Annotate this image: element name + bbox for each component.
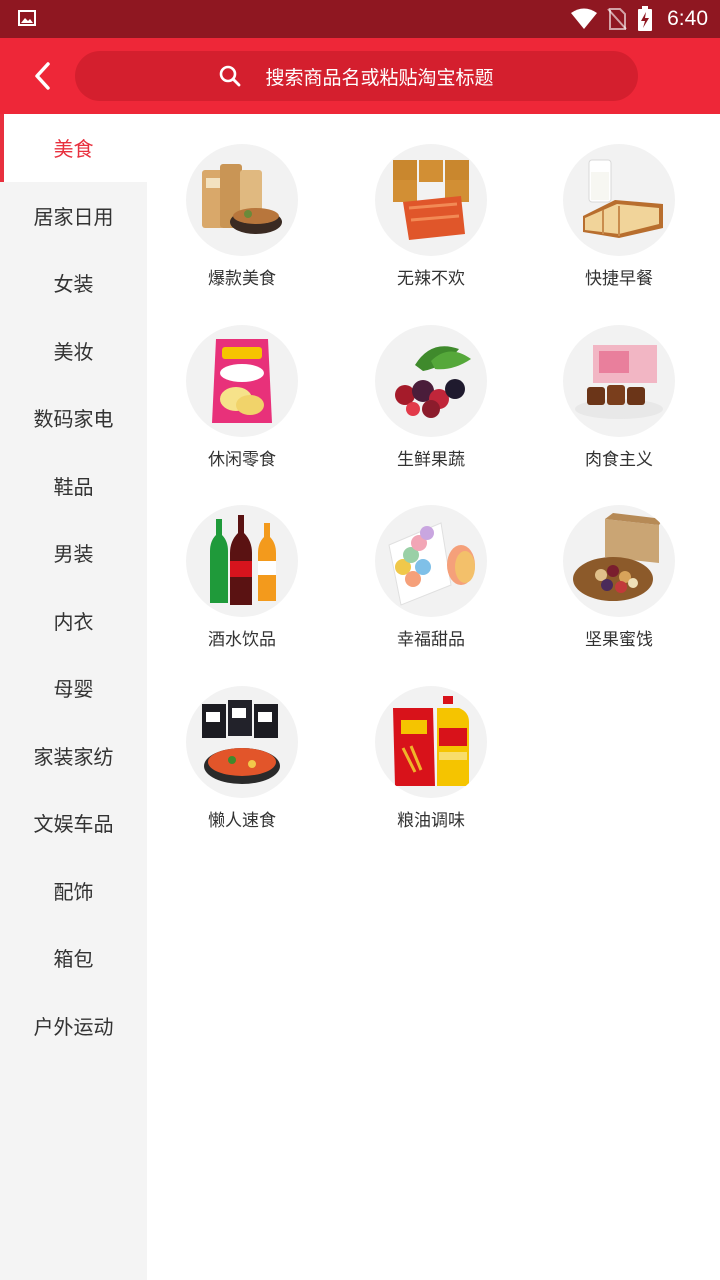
subcategory-fresh-produce[interactable]: 生鲜果蔬 xyxy=(336,295,526,475)
sidebar-item-shoes[interactable]: 鞋品 xyxy=(0,452,147,520)
battery-charging-icon xyxy=(638,6,653,31)
sidebar-item-digital[interactable]: 数码家电 xyxy=(0,384,147,452)
subcategory-label: 爆款美食 xyxy=(208,269,276,289)
sidebar-item-label: 女装 xyxy=(53,272,94,297)
search-icon xyxy=(220,65,241,87)
sidebar-item-baby[interactable]: 母婴 xyxy=(0,654,147,722)
subcategory-label: 无辣不欢 xyxy=(397,269,465,289)
sidebar-item-label: 内衣 xyxy=(53,609,94,634)
sidebar-item-label: 男装 xyxy=(53,542,94,567)
sidebar-item-household[interactable]: 居家日用 xyxy=(0,182,147,250)
sidebar-item-underwear[interactable]: 内衣 xyxy=(0,587,147,655)
sidebar-item-entertainment-car[interactable]: 文娱车品 xyxy=(0,789,147,857)
sidebar-item-label: 居家日用 xyxy=(33,204,114,229)
sidebar-item-label: 鞋品 xyxy=(53,474,94,499)
soda-bottles-icon xyxy=(186,505,298,617)
subcategory-desserts[interactable]: 幸福甜品 xyxy=(336,475,526,655)
sidebar-item-outdoor-sports[interactable]: 户外运动 xyxy=(0,992,147,1060)
subcategory-label: 幸福甜品 xyxy=(397,630,465,650)
subcategory-label: 懒人速食 xyxy=(208,811,276,831)
top-bar: 搜索商品名或粘贴淘宝标题 xyxy=(0,38,720,114)
sidebar-item-label: 配饰 xyxy=(53,879,94,904)
snack-bags-noodle-bowl-icon xyxy=(186,144,298,256)
sidebar-item-label: 户外运动 xyxy=(33,1014,114,1039)
macarons-box-icon xyxy=(375,505,487,617)
sidebar-item-womens-wear[interactable]: 女装 xyxy=(0,249,147,317)
nuts-gift-box-icon xyxy=(563,505,675,617)
sidebar-item-label: 箱包 xyxy=(53,947,94,972)
subcategory-label: 肉食主义 xyxy=(585,450,653,470)
search-placeholder: 搜索商品名或粘贴淘宝标题 xyxy=(265,66,494,89)
status-time: 6:40 xyxy=(667,7,708,30)
subcategory-label: 休闲零食 xyxy=(208,450,276,470)
sidebar-item-label: 母婴 xyxy=(53,677,94,702)
milk-bread-icon xyxy=(563,144,675,256)
no-sim-icon xyxy=(607,8,627,30)
rice-bag-oil-bottle-icon xyxy=(375,686,487,798)
sidebar-item-home-textile[interactable]: 家装家纺 xyxy=(0,722,147,790)
instant-noodle-packs-icon xyxy=(186,686,298,798)
berries-icon xyxy=(375,325,487,437)
back-arrow-icon xyxy=(35,62,50,90)
subcategory-snacks[interactable]: 休闲零食 xyxy=(147,295,337,475)
subcategory-label: 生鲜果蔬 xyxy=(397,450,465,470)
subcategory-grain-oil[interactable]: 粮油调味 xyxy=(336,656,526,836)
subcategory-breakfast[interactable]: 快捷早餐 xyxy=(524,114,714,294)
sidebar-item-label: 美食 xyxy=(53,137,94,162)
sidebar-item-food[interactable]: 美食 xyxy=(0,114,147,182)
subcategory-instant-food[interactable]: 懒人速食 xyxy=(147,656,337,836)
category-sidebar: 美食 居家日用 女装 美妆 数码家电 鞋品 男装 内衣 母婴 家装家纺 文娱车品… xyxy=(0,114,147,1280)
sidebar-item-label: 家装家纺 xyxy=(33,744,114,769)
subcategory-hot-food[interactable]: 爆款美食 xyxy=(147,114,337,294)
subcategory-nuts[interactable]: 坚果蜜饯 xyxy=(524,475,714,655)
wifi-icon xyxy=(571,8,598,29)
sidebar-item-mens-wear[interactable]: 男装 xyxy=(0,519,147,587)
gallery-notification-icon xyxy=(18,10,36,26)
sidebar-item-bags[interactable]: 箱包 xyxy=(0,924,147,992)
sidebar-item-label: 数码家电 xyxy=(33,407,114,432)
potato-chips-bag-icon xyxy=(186,325,298,437)
meat-gift-box-icon xyxy=(563,325,675,437)
spicy-strips-packs-icon xyxy=(375,144,487,256)
subcategory-meat[interactable]: 肉食主义 xyxy=(524,295,714,475)
subcategory-drinks[interactable]: 酒水饮品 xyxy=(147,475,337,655)
search-bar[interactable]: 搜索商品名或粘贴淘宝标题 xyxy=(75,51,638,101)
subcategory-label: 粮油调味 xyxy=(397,811,465,831)
subcategory-label: 快捷早餐 xyxy=(585,269,653,289)
back-button[interactable] xyxy=(22,56,62,96)
sidebar-item-label: 文娱车品 xyxy=(33,812,114,837)
status-bar: 6:40 xyxy=(0,0,720,38)
subcategory-label: 酒水饮品 xyxy=(208,630,276,650)
subcategory-spicy[interactable]: 无辣不欢 xyxy=(336,114,526,294)
sidebar-item-accessories[interactable]: 配饰 xyxy=(0,857,147,925)
sidebar-item-beauty[interactable]: 美妆 xyxy=(0,317,147,385)
sidebar-item-label: 美妆 xyxy=(53,339,94,364)
subcategory-label: 坚果蜜饯 xyxy=(585,630,653,650)
